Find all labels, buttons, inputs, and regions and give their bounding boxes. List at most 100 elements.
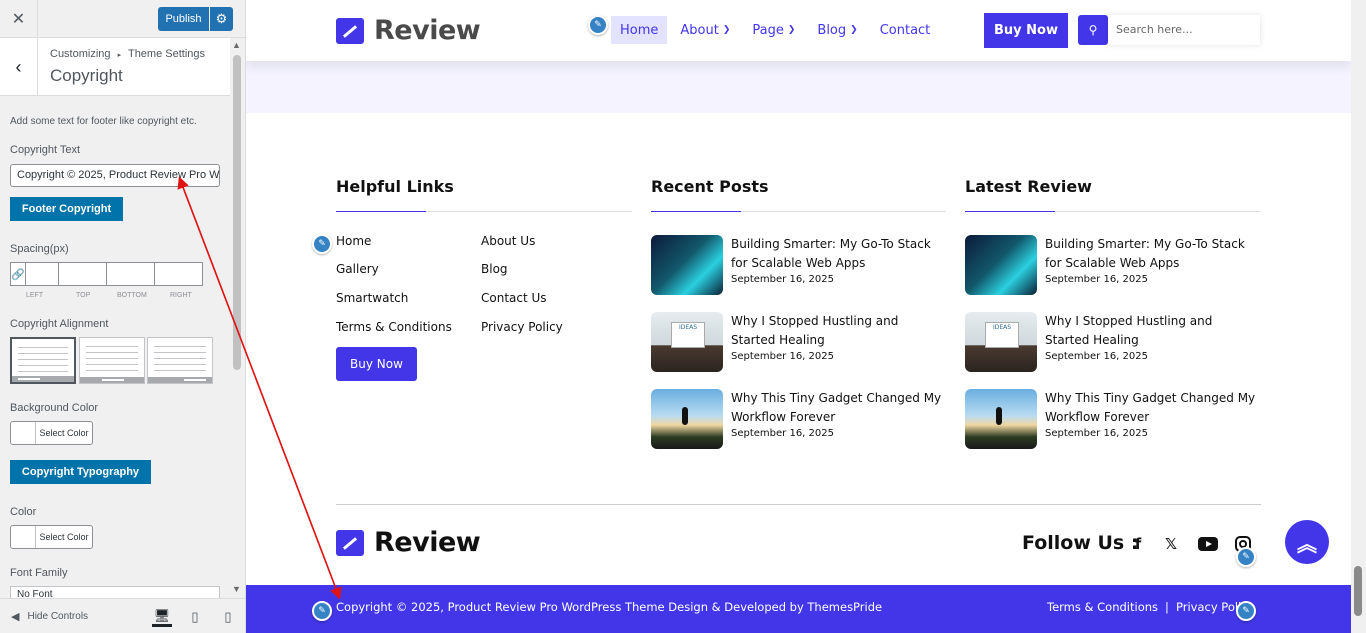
align-center-option[interactable]	[79, 337, 145, 384]
nav-item-page[interactable]: Page ❯	[743, 16, 804, 44]
post-title[interactable]: Why This Tiny Gadget Changed My Workflow…	[1045, 389, 1260, 427]
spacing-right-label: RIGHT	[170, 292, 192, 299]
spacing-top-label: TOP	[76, 292, 91, 299]
hide-controls-icon: ◀	[11, 611, 20, 623]
close-icon[interactable]: ✕	[0, 0, 38, 38]
post-title[interactable]: Why I Stopped Hustling and Started Heali…	[731, 312, 946, 350]
copyright-text-input[interactable]: Copyright © 2025, Product Review Pro Wor…	[10, 164, 220, 187]
post-date: September 16, 2025	[1045, 428, 1148, 439]
x-icon[interactable]: 𝕏	[1160, 534, 1182, 554]
pencil-icon[interactable]: ✎	[1236, 547, 1256, 567]
hide-controls-label: Hide Controls	[27, 611, 89, 622]
hide-controls-button[interactable]: ◀ Hide Controls	[11, 610, 88, 623]
footer-link-blog[interactable]: Blog	[481, 262, 508, 276]
color-label: Color	[10, 506, 37, 518]
post-title[interactable]: Building Smarter: My Go-To Stack for Sca…	[731, 235, 946, 273]
site-preview: Review ✎ Home About ❯ Page ❯ Blog ❯ Contact…	[246, 0, 1351, 633]
window-scroll-thumb[interactable]	[1354, 566, 1362, 616]
youtube-icon[interactable]	[1197, 534, 1219, 554]
customizer-footer: ◀ Hide Controls 🖥 ▯ ▯	[0, 598, 245, 633]
nav-label: Blog	[817, 22, 847, 38]
post-thumbnail[interactable]	[651, 235, 723, 295]
background-color-label: Background Color	[10, 402, 99, 414]
site-header: Review ✎ Home About ❯ Page ❯ Blog ❯ Contact…	[246, 0, 1351, 61]
align-right-option[interactable]	[147, 337, 213, 384]
footer-link-smartwatch[interactable]: Smartwatch	[336, 291, 408, 305]
latest-review-item[interactable]: IDEAS Why I Stopped Hustling and Started…	[965, 312, 1265, 374]
pencil-icon[interactable]: ✎	[588, 15, 608, 35]
nav-item-blog[interactable]: Blog ❯	[808, 16, 866, 44]
post-title[interactable]: Why This Tiny Gadget Changed My Workflow…	[731, 389, 946, 427]
search-input[interactable]: Search here...	[1108, 15, 1260, 45]
tablet-icon[interactable]: ▯	[185, 607, 205, 627]
footer-copyright-button[interactable]: Footer Copyright	[10, 197, 123, 221]
spacing-right-input[interactable]	[154, 262, 203, 286]
terms-link[interactable]: Terms & Conditions	[1047, 600, 1158, 614]
latest-review-item[interactable]: Why This Tiny Gadget Changed My Workflow…	[965, 389, 1265, 451]
post-thumbnail[interactable]	[965, 389, 1037, 449]
header-buy-now-button[interactable]: Buy Now	[984, 13, 1068, 48]
search-icon[interactable]: ⚲	[1078, 15, 1108, 45]
nav-item-home[interactable]: Home	[611, 16, 668, 44]
post-thumbnail[interactable]	[965, 235, 1037, 295]
spacing-top-input[interactable]	[58, 262, 107, 286]
post-date: September 16, 2025	[731, 274, 834, 285]
spacing-bottom-input[interactable]	[106, 262, 155, 286]
pencil-icon[interactable]: ✎	[312, 601, 332, 621]
nav-item-contact[interactable]: Contact	[871, 16, 940, 44]
footer-link-terms[interactable]: Terms & Conditions	[336, 320, 452, 334]
footer-divider	[336, 504, 1261, 505]
background-color-picker[interactable]: Select Color	[10, 421, 93, 445]
post-date: September 16, 2025	[1045, 351, 1148, 362]
footer-link-contact[interactable]: Contact Us	[481, 291, 547, 305]
color-swatch	[11, 422, 36, 444]
link-icon[interactable]: 🔗	[10, 262, 26, 286]
nav-item-about[interactable]: About ❯	[671, 16, 739, 44]
window-scrollbar[interactable]	[1351, 0, 1366, 633]
footer-link-home[interactable]: Home	[336, 234, 371, 248]
align-left-option[interactable]	[10, 337, 76, 384]
section-description: Add some text for footer like copyright …	[10, 116, 197, 127]
footer-link-privacy[interactable]: Privacy Policy	[481, 320, 563, 334]
recent-post-item[interactable]: Why This Tiny Gadget Changed My Workflow…	[651, 389, 951, 451]
post-title[interactable]: Why I Stopped Hustling and Started Heali…	[1045, 312, 1260, 350]
post-thumbnail[interactable]: IDEAS	[965, 312, 1037, 372]
facebook-icon[interactable]: f	[1127, 534, 1149, 554]
footer-link-gallery[interactable]: Gallery	[336, 262, 379, 276]
footer-logo[interactable]: Review	[336, 527, 481, 558]
select-color-label: Select Color	[39, 532, 89, 542]
gear-icon[interactable]: ⚙	[210, 7, 233, 31]
pencil-icon[interactable]: ✎	[312, 234, 332, 254]
copyright-typography-button[interactable]: Copyright Typography	[10, 460, 151, 484]
post-thumbnail[interactable]	[651, 389, 723, 449]
sidebar-scroll-thumb[interactable]	[233, 55, 241, 370]
chevron-down-icon: ❯	[787, 25, 796, 35]
recent-post-item[interactable]: Building Smarter: My Go-To Stack for Sca…	[651, 235, 951, 297]
post-thumbnail[interactable]: IDEAS	[651, 312, 723, 372]
scroll-up-icon[interactable]: ▲	[232, 40, 241, 50]
chevron-down-icon: ❯	[722, 25, 731, 35]
recent-post-item[interactable]: IDEAS Why I Stopped Hustling and Started…	[651, 312, 951, 374]
post-date: September 16, 2025	[731, 351, 834, 362]
scroll-down-icon[interactable]: ▼	[232, 584, 241, 594]
footer-buy-now-button[interactable]: Buy Now	[336, 347, 417, 381]
desktop-icon[interactable]: 🖥	[152, 607, 172, 627]
breadcrumb-root: Customizing	[50, 48, 111, 60]
post-title[interactable]: Building Smarter: My Go-To Stack for Sca…	[1045, 235, 1260, 273]
divider-accent	[336, 211, 426, 212]
logo-icon	[336, 529, 364, 556]
mobile-icon[interactable]: ▯	[218, 607, 238, 627]
latest-review-item[interactable]: Building Smarter: My Go-To Stack for Sca…	[965, 235, 1265, 297]
nav-label: About	[680, 22, 719, 38]
pencil-icon[interactable]: ✎	[1236, 601, 1256, 621]
publish-button[interactable]: Publish	[158, 7, 209, 31]
latest-review-title: Latest Review	[965, 177, 1092, 196]
site-logo[interactable]: Review	[336, 15, 481, 46]
logo-icon	[336, 17, 364, 44]
back-arrow-icon[interactable]: ‹	[0, 38, 38, 96]
double-chevron-up-icon[interactable]: ︽	[1285, 520, 1329, 564]
logo-text: Review	[374, 15, 481, 46]
footer-link-about[interactable]: About Us	[481, 234, 535, 248]
divider-accent	[965, 211, 1055, 212]
text-color-picker[interactable]: Select Color	[10, 525, 93, 549]
